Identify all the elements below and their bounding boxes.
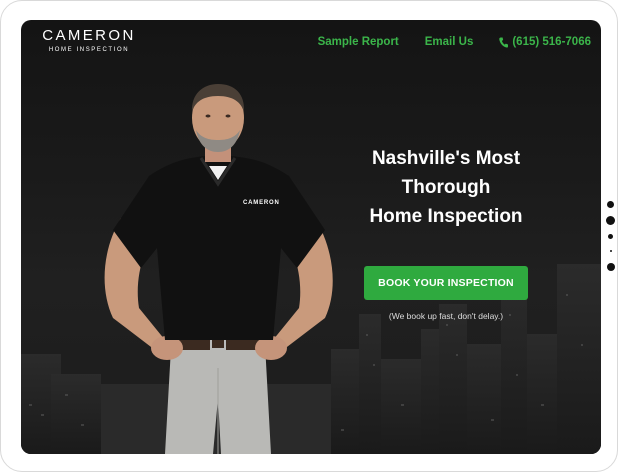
brand-logo[interactable]: CAMERON HOME INSPECTION <box>35 27 143 54</box>
nav-email-us-link[interactable]: Email Us <box>425 36 474 48</box>
shirt-logo: CAMERON <box>243 200 280 206</box>
phone-icon <box>499 37 509 48</box>
hero-headline: Nashville's Most Thorough Home Inspectio… <box>347 144 545 231</box>
headline-line-1: Nashville's Most <box>371 148 521 169</box>
headline-line-3: Home Inspection <box>369 206 523 227</box>
headline-line-2: Thorough <box>401 177 491 198</box>
pager-dot-4[interactable] <box>610 250 612 252</box>
nav-email-us-label: Email Us <box>424 36 474 48</box>
pager-dot-1[interactable] <box>607 201 614 208</box>
pager-dot-2[interactable] <box>606 216 615 225</box>
slide-pager-dots <box>605 201 617 276</box>
inspector-photo: CAMERON <box>104 84 333 454</box>
tablet-frame: CAMERON HOME INSPECTION Sample Report Em… <box>0 0 618 472</box>
nav-sample-report-link[interactable]: Sample Report <box>318 36 399 48</box>
pager-dot-3[interactable] <box>608 234 613 239</box>
pager-dot-5[interactable] <box>607 263 615 271</box>
nav-sample-report-label: Sample Report <box>317 36 399 48</box>
cta-note: (We book up fast, don't delay.) <box>388 311 504 321</box>
hero-screen: CAMERON HOME INSPECTION Sample Report Em… <box>21 20 601 454</box>
nav-links: Sample Report Email Us (615) 516-7066 <box>292 36 591 48</box>
top-navigation-bar: CAMERON HOME INSPECTION Sample Report Em… <box>21 20 601 68</box>
nav-phone-label: (615) 516-7066 <box>512 36 591 48</box>
brand-name: CAMERON <box>42 27 136 44</box>
book-inspection-button[interactable]: BOOK YOUR INSPECTION <box>364 266 528 300</box>
nav-phone-link[interactable]: (615) 516-7066 <box>499 36 591 48</box>
brand-tagline: HOME INSPECTION <box>48 47 130 53</box>
